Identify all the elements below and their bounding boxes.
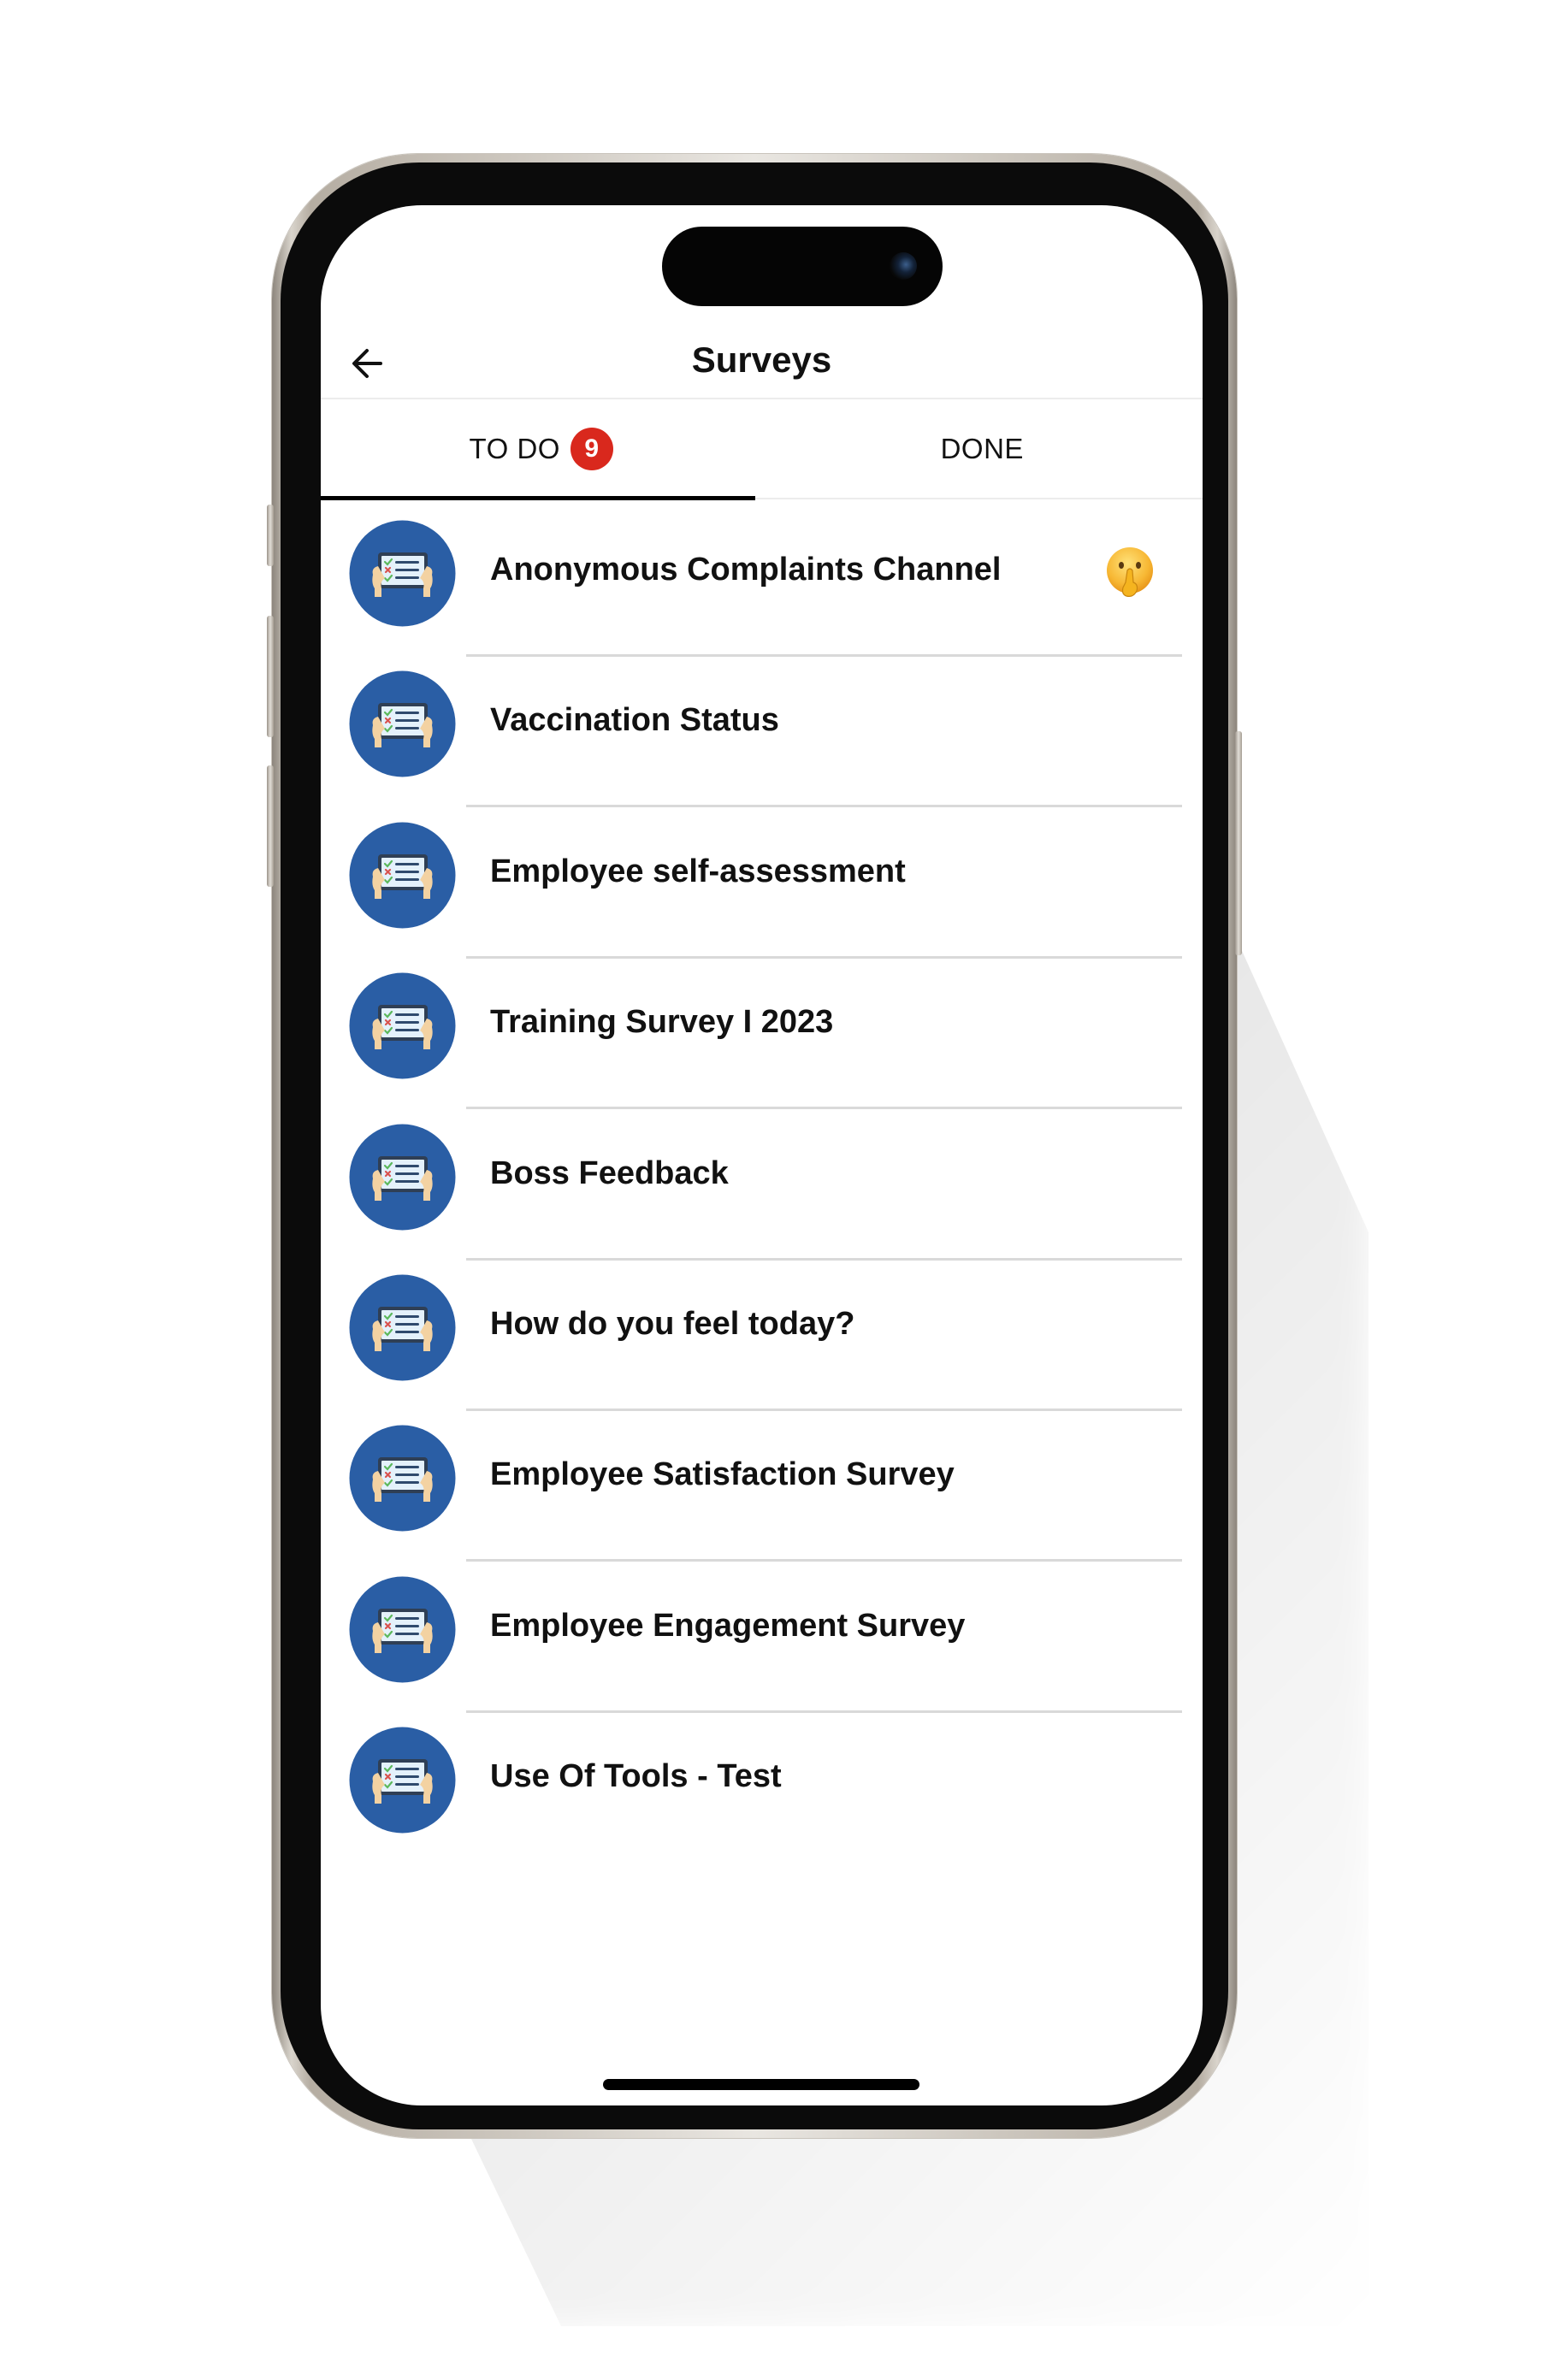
survey-list-item[interactable]: Vaccination Status bbox=[321, 659, 1203, 810]
dynamic-island bbox=[662, 227, 943, 306]
survey-list-item[interactable]: Training Survey I 2023 bbox=[321, 961, 1203, 1112]
survey-list-item[interactable]: Anonymous Complaints Channel bbox=[321, 509, 1203, 659]
row-divider bbox=[466, 654, 1182, 657]
survey-title: Use Of Tools - Test bbox=[490, 1758, 782, 1795]
survey-title: Training Survey I 2023 bbox=[490, 1004, 834, 1041]
row-divider bbox=[466, 1107, 1182, 1110]
row-divider bbox=[466, 1710, 1182, 1713]
survey-list: Anonymous Complaints Channel Vaccination… bbox=[321, 509, 1203, 1867]
todo-count-badge: 9 bbox=[570, 427, 613, 470]
app-header: Surveys bbox=[321, 329, 1203, 398]
survey-title: Employee self-assessment bbox=[490, 853, 906, 889]
tab-todo-label: TO DO bbox=[469, 432, 560, 464]
survey-list-item[interactable]: Employee Satisfaction Survey bbox=[321, 1414, 1203, 1564]
phone-frame: Surveys TO DO 9 DONE Anonymous Complaint… bbox=[267, 154, 1242, 2138]
volume-up-button bbox=[267, 616, 274, 737]
survey-list-item[interactable]: How do you feel today? bbox=[321, 1263, 1203, 1414]
survey-list-item[interactable]: Employee Engagement Survey bbox=[321, 1565, 1203, 1716]
tab-done-label: DONE bbox=[940, 432, 1024, 464]
survey-list-item[interactable]: Employee self-assessment bbox=[321, 811, 1203, 961]
survey-tablet-icon bbox=[349, 1124, 456, 1231]
survey-title: Boss Feedback bbox=[490, 1155, 729, 1191]
row-divider bbox=[466, 1408, 1182, 1411]
shushing-face-emoji-icon bbox=[1107, 547, 1153, 597]
survey-tablet-icon bbox=[349, 1727, 456, 1834]
active-tab-indicator bbox=[321, 496, 755, 500]
bezel: Surveys TO DO 9 DONE Anonymous Complaint… bbox=[281, 162, 1228, 2129]
row-divider bbox=[466, 1559, 1182, 1562]
mute-switch bbox=[267, 505, 274, 566]
volume-down-button bbox=[267, 765, 274, 887]
survey-list-item[interactable]: Boss Feedback bbox=[321, 1113, 1203, 1263]
survey-title: Vaccination Status bbox=[490, 702, 779, 739]
survey-tablet-icon bbox=[349, 972, 456, 1079]
survey-tablet-icon bbox=[349, 1425, 456, 1532]
page-title: Surveys bbox=[691, 340, 832, 380]
row-divider bbox=[466, 955, 1182, 959]
row-divider bbox=[466, 1257, 1182, 1261]
home-indicator[interactable] bbox=[603, 2079, 919, 2090]
survey-title: Employee Satisfaction Survey bbox=[490, 1456, 955, 1493]
survey-list-item[interactable]: Use Of Tools - Test bbox=[321, 1716, 1203, 1866]
tab-done[interactable]: DONE bbox=[762, 399, 1203, 498]
survey-tablet-icon bbox=[349, 822, 456, 929]
app-screen: Surveys TO DO 9 DONE Anonymous Complaint… bbox=[321, 205, 1203, 2105]
survey-title: Anonymous Complaints Channel bbox=[490, 552, 1002, 588]
survey-title: How do you feel today? bbox=[490, 1305, 855, 1342]
survey-tablet-icon bbox=[349, 520, 456, 627]
tab-bar: TO DO 9 DONE bbox=[321, 399, 1203, 500]
front-camera-icon bbox=[890, 252, 917, 280]
tab-todo[interactable]: TO DO 9 bbox=[321, 399, 762, 498]
row-divider bbox=[466, 805, 1182, 808]
survey-tablet-icon bbox=[349, 670, 456, 777]
survey-tablet-icon bbox=[349, 1274, 456, 1381]
survey-tablet-icon bbox=[349, 1576, 456, 1683]
power-button bbox=[1235, 731, 1242, 955]
survey-title: Employee Engagement Survey bbox=[490, 1607, 966, 1644]
